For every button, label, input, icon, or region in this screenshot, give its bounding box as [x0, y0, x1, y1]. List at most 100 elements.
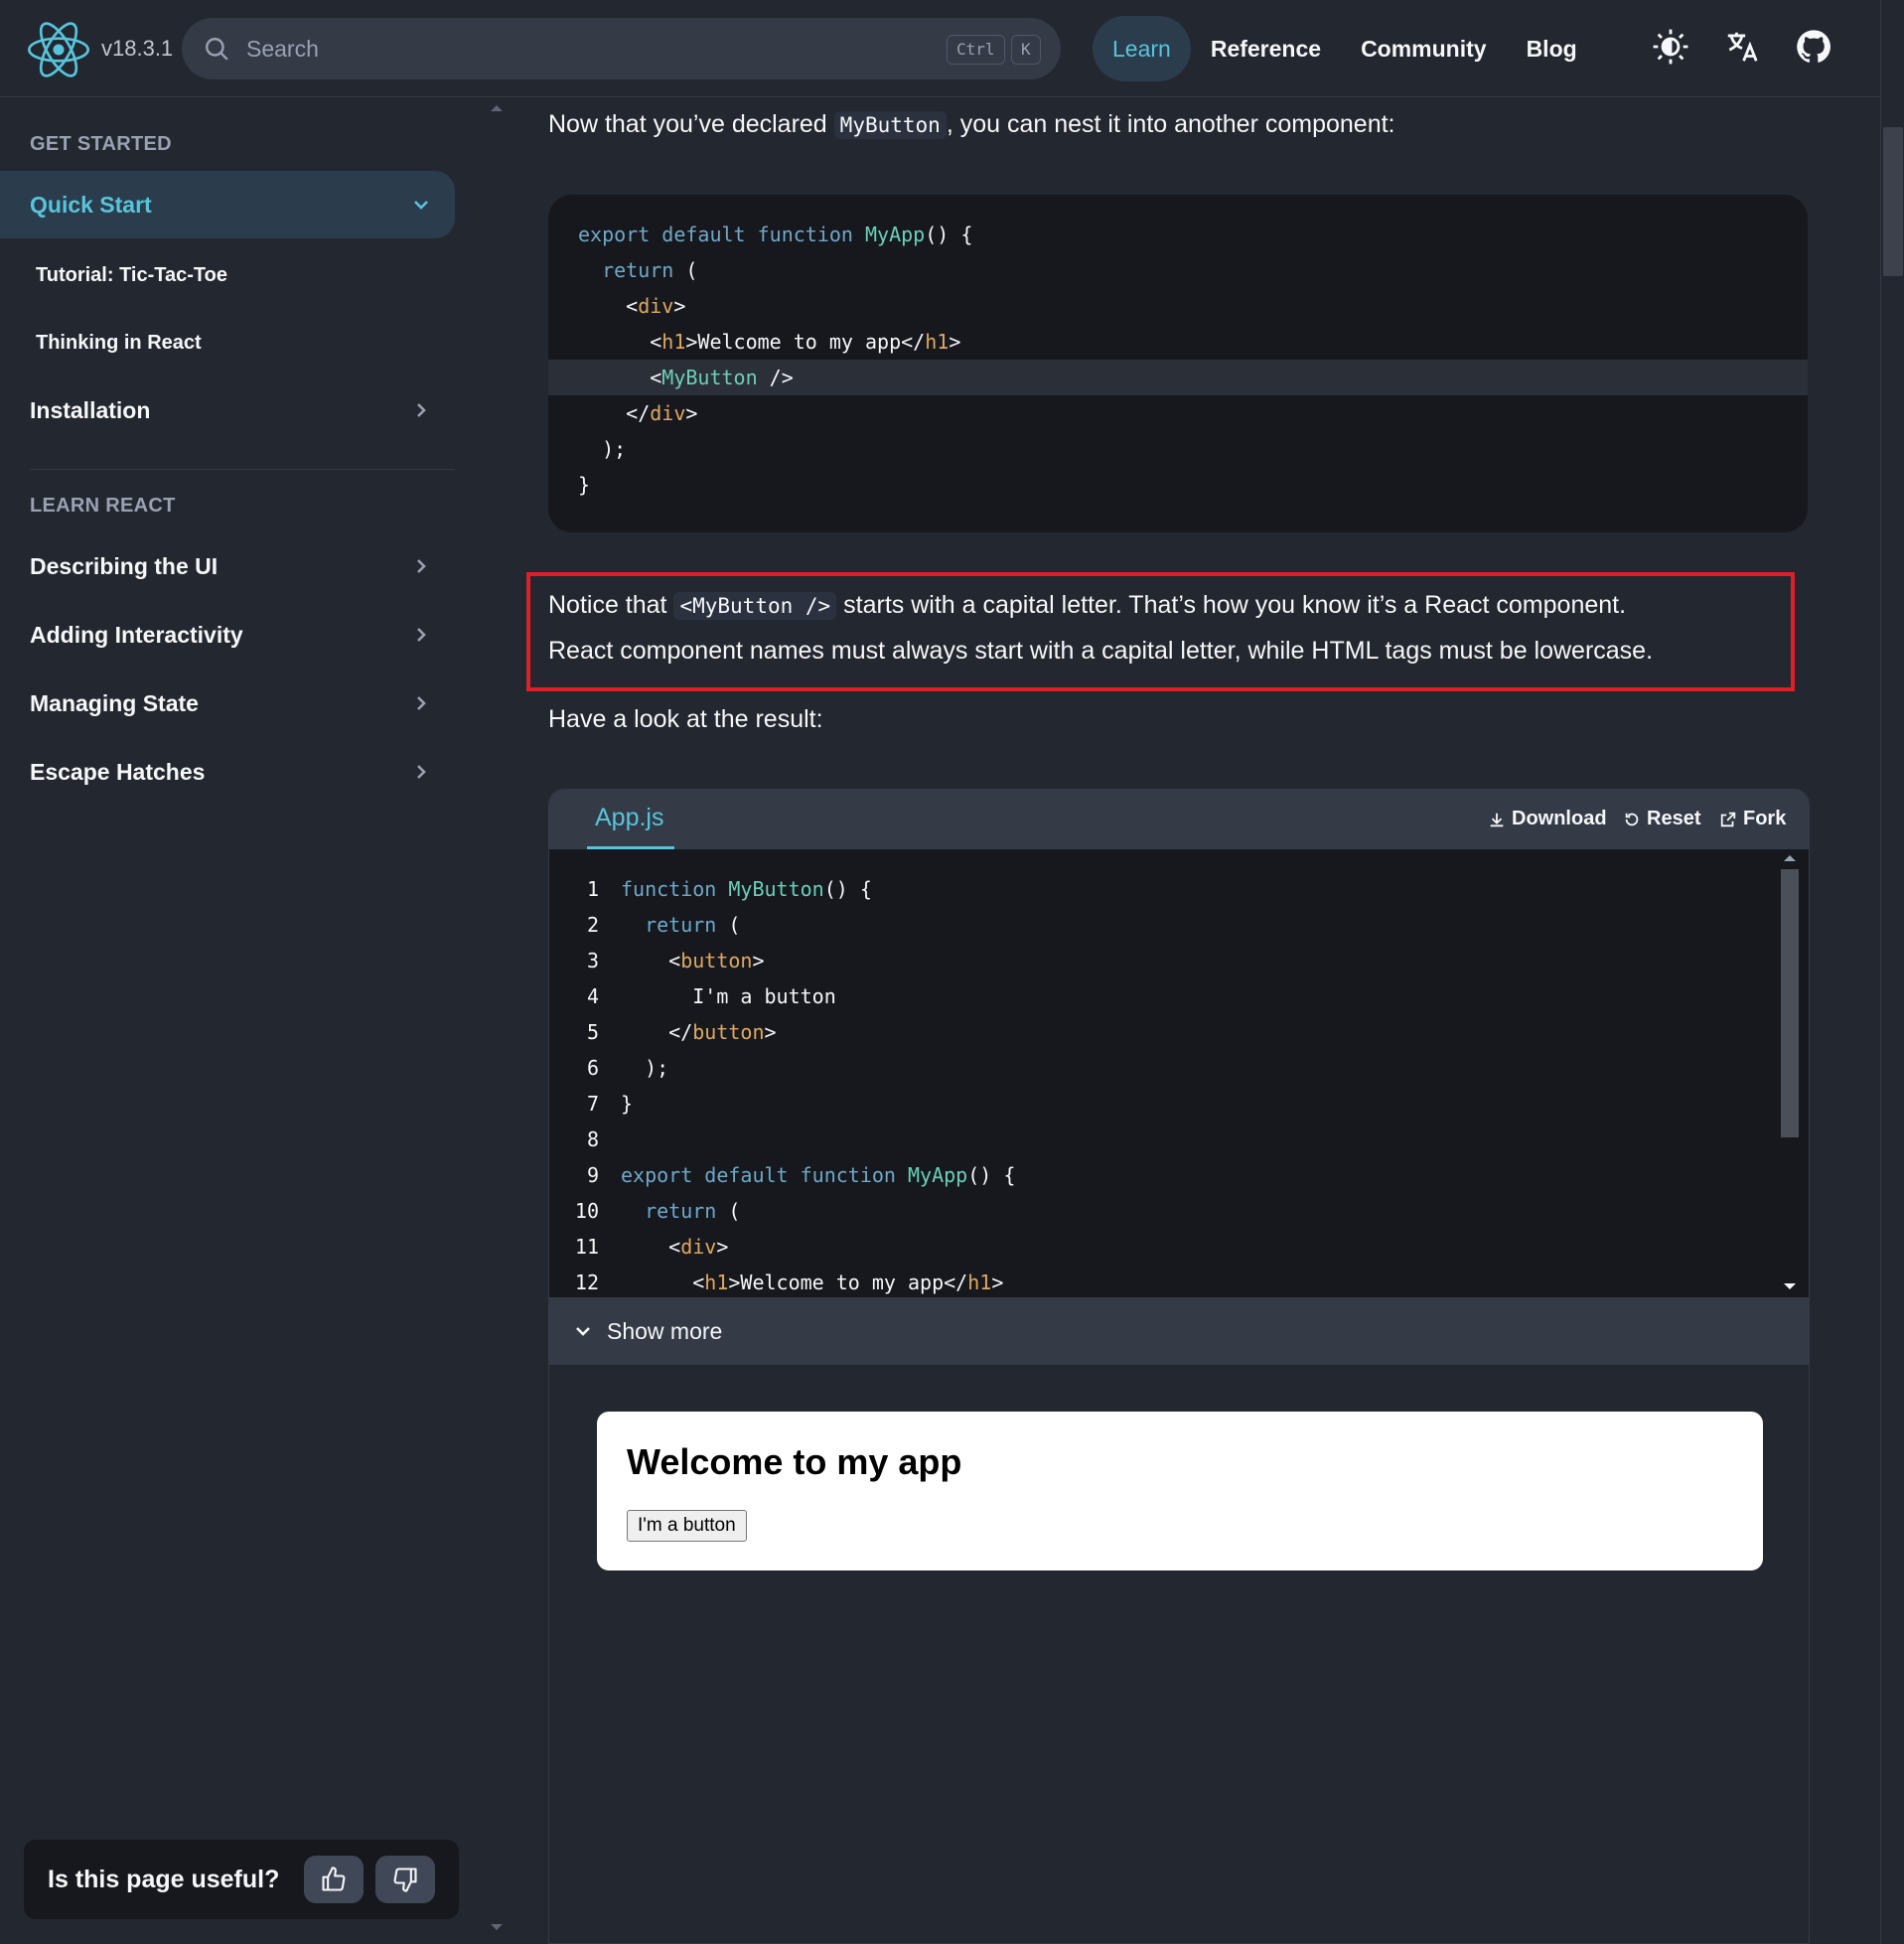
- editor-line: 10 return (: [574, 1199, 741, 1223]
- language-icon[interactable]: [1723, 28, 1761, 66]
- editor-line: 2 return (: [586, 913, 741, 937]
- sidebar: GET STARTED Quick Start Tutorial: Tic-Ta…: [0, 97, 507, 1944]
- tab-app-js[interactable]: App.js: [595, 804, 663, 832]
- intro-paragraph: Now that you’ve declared MyButton, you c…: [548, 101, 1395, 148]
- thumbs-down-icon: [393, 1868, 417, 1892]
- sidebar-scroll-down-icon[interactable]: [491, 1924, 503, 1932]
- show-more-button[interactable]: Show more: [549, 1297, 1809, 1365]
- sidebar-item-quick-start[interactable]: Quick Start: [0, 171, 455, 238]
- code-editor[interactable]: 1 function MyButton() { 2 return ( 3 <but…: [549, 849, 1809, 1297]
- react-logo-icon[interactable]: [28, 19, 89, 80]
- nav-blog[interactable]: Blog: [1507, 16, 1597, 81]
- chevron-right-icon: [417, 696, 426, 710]
- nav-community[interactable]: Community: [1341, 16, 1507, 81]
- intro-text-after: , you can nest it into another component…: [946, 110, 1395, 138]
- sandpack-tab-bar: App.js Download Reset Fork: [549, 790, 1809, 849]
- scroll-up-icon[interactable]: [1784, 853, 1796, 861]
- chevron-right-icon: [417, 628, 426, 642]
- reset-label: Reset: [1647, 808, 1701, 829]
- sidebar-item-adding-interactivity[interactable]: Adding Interactivity: [0, 601, 455, 669]
- preview-button[interactable]: I'm a button: [627, 1510, 747, 1542]
- code-line: export default function MyApp() {: [578, 223, 973, 246]
- notice-text-after: starts with a capital letter. That’s how…: [843, 591, 1627, 619]
- sidebar-item-label: Adding Interactivity: [30, 621, 243, 648]
- search-icon: [206, 38, 228, 61]
- nav-links: Learn Reference Community Blog: [1093, 16, 1597, 81]
- chevron-right-icon: [417, 765, 426, 779]
- feedback-question: Is this page useful?: [48, 1866, 280, 1893]
- sidebar-scroll-up-icon[interactable]: [491, 103, 503, 111]
- code-line: <h1>Welcome to my app</h1>: [578, 330, 961, 354]
- reset-button[interactable]: Reset: [1623, 808, 1700, 830]
- code-line-highlighted: <MyButton />: [548, 360, 1808, 395]
- editor-line: 8: [586, 1127, 599, 1151]
- scroll-down-icon[interactable]: [1784, 1283, 1796, 1291]
- editor-scroll-thumb[interactable]: [1781, 869, 1799, 1137]
- search-bar[interactable]: Search Ctrl K: [182, 18, 1061, 79]
- feedback-widget: Is this page useful?: [24, 1840, 459, 1919]
- result-paragraph: Have a look at the result:: [548, 705, 823, 733]
- thumbs-down-button[interactable]: [375, 1856, 435, 1903]
- editor-line: 11 <div>: [574, 1235, 729, 1259]
- sidebar-divider: [30, 469, 455, 470]
- sidebar-item-describing-ui[interactable]: Describing the UI: [0, 532, 455, 600]
- reset-icon: [1625, 813, 1639, 825]
- code-block: export default function MyApp() { return…: [548, 195, 1808, 532]
- code-line: <div>: [578, 294, 686, 318]
- section-learn-react: LEARN REACT: [30, 495, 176, 517]
- section-get-started: GET STARTED: [30, 133, 172, 155]
- fork-button[interactable]: Fork: [1719, 808, 1786, 830]
- editor-line: 1 function MyButton() {: [586, 877, 872, 901]
- notice-text: Notice that: [548, 591, 667, 619]
- editor-line: 12 <h1>Welcome to my app</h1>: [574, 1271, 1004, 1294]
- notice-paragraph-line2: React component names must always start …: [548, 637, 1654, 665]
- editor-line: 4 I'm a button: [586, 984, 836, 1008]
- sidebar-item-label: Describing the UI: [30, 552, 219, 579]
- sidebar-item-label: Installation: [30, 396, 151, 423]
- preview-output: Welcome to my app I'm a button: [597, 1412, 1763, 1570]
- editor-line: 7}: [586, 1092, 634, 1116]
- chevron-right-icon: [417, 403, 426, 417]
- kbd-ctrl: Ctrl: [947, 35, 1005, 65]
- editor-scrollbar[interactable]: [1779, 849, 1801, 1297]
- editor-line: 3 <button>: [586, 949, 765, 972]
- chevron-down-icon: [576, 1327, 590, 1336]
- top-navigation: v18.3.1 Search Ctrl K Learn Reference Co…: [0, 0, 1880, 97]
- github-icon[interactable]: [1795, 28, 1832, 66]
- chevron-right-icon: [417, 559, 426, 573]
- page-scrollbar[interactable]: [1880, 0, 1904, 1944]
- search-placeholder: Search: [246, 36, 319, 62]
- version-label[interactable]: v18.3.1: [101, 36, 173, 62]
- preview-heading: Welcome to my app: [627, 1441, 962, 1482]
- fork-label: Fork: [1743, 808, 1787, 829]
- sidebar-item-tutorial[interactable]: Tutorial: Tic-Tac-Toe: [36, 264, 227, 287]
- fork-external-icon: [1720, 812, 1736, 826]
- sidebar-item-label: Escape Hatches: [30, 758, 206, 785]
- kbd-k: K: [1011, 35, 1041, 65]
- intro-text: Now that you’ve declared: [548, 110, 827, 138]
- editor-line: 9 export default function MyApp() {: [586, 1163, 1016, 1187]
- sandpack-editor: App.js Download Reset Fork 1 function MyB…: [548, 789, 1810, 1944]
- chevron-down-icon: [414, 201, 428, 210]
- sidebar-item-label: Quick Start: [30, 191, 152, 218]
- thumbs-up-icon: [322, 1867, 346, 1891]
- code-line: </div>: [578, 401, 698, 425]
- notice-paragraph-line1: Notice that <MyButton /> starts with a c…: [548, 582, 1626, 629]
- download-button[interactable]: Download: [1488, 808, 1607, 830]
- inline-code-mybutton: MyButton: [833, 111, 947, 139]
- sidebar-item-thinking-in-react[interactable]: Thinking in React: [36, 332, 202, 355]
- code-line: }: [578, 473, 591, 497]
- download-label: Download: [1512, 808, 1607, 829]
- theme-toggle-icon[interactable]: [1652, 28, 1689, 66]
- nav-learn[interactable]: Learn: [1093, 16, 1191, 81]
- editor-line: 5 </button>: [586, 1020, 777, 1044]
- nav-reference[interactable]: Reference: [1191, 16, 1341, 81]
- sidebar-item-escape-hatches[interactable]: Escape Hatches: [0, 738, 455, 806]
- sidebar-item-installation[interactable]: Installation: [0, 376, 455, 444]
- code-line: );: [578, 437, 627, 461]
- inline-code-mybutton-tag: <MyButton />: [673, 592, 837, 620]
- show-more-label: Show more: [607, 1317, 723, 1344]
- sidebar-item-managing-state[interactable]: Managing State: [0, 670, 455, 737]
- page-scroll-thumb[interactable]: [1883, 127, 1903, 276]
- thumbs-up-button[interactable]: [304, 1856, 364, 1903]
